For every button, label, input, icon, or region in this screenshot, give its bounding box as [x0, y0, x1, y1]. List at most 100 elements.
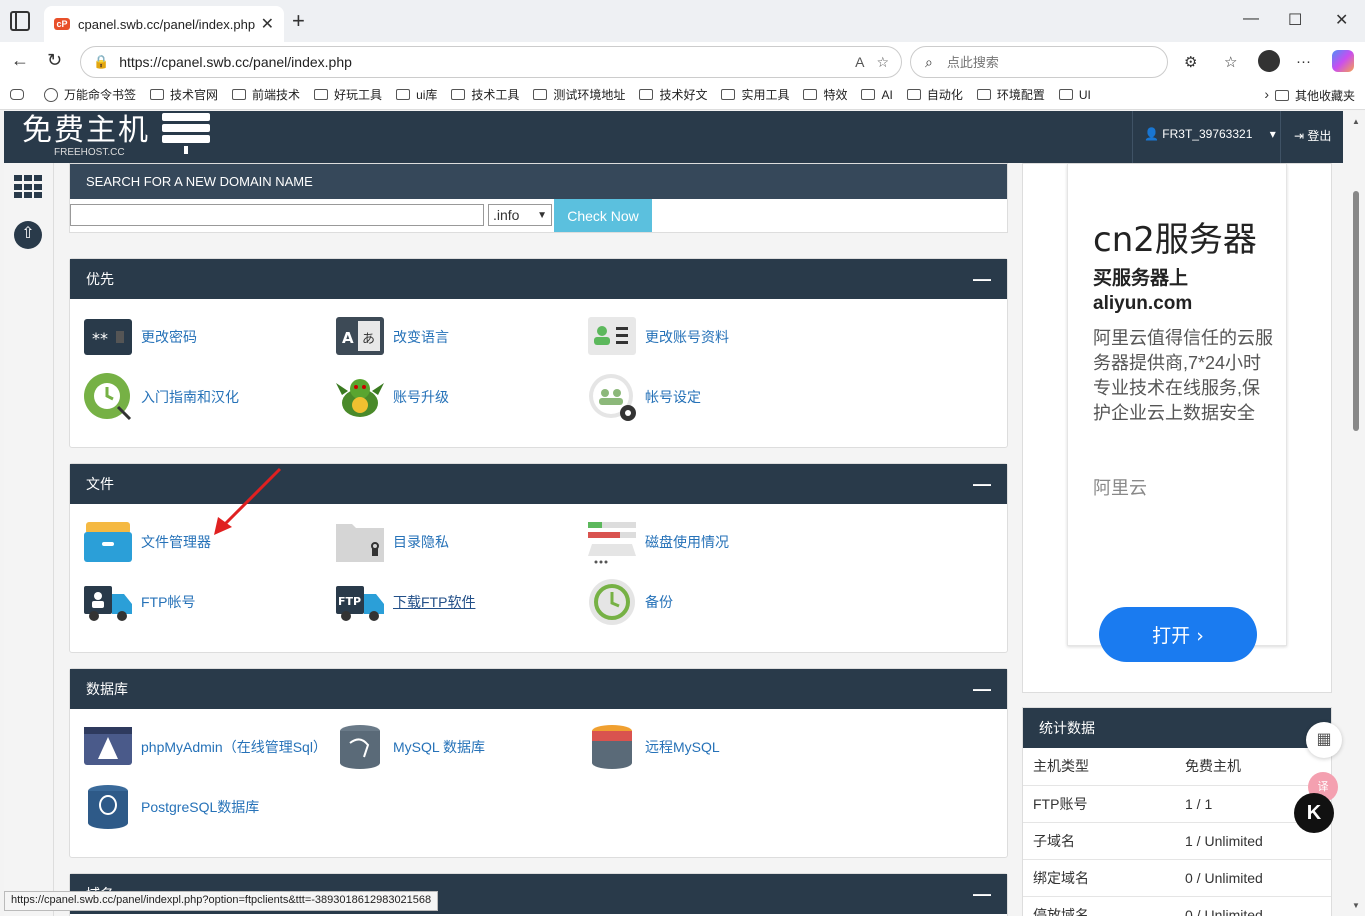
directory-privacy-link[interactable]: 目录隐私 [336, 518, 449, 566]
scroll-up-icon[interactable]: ▲ [1352, 117, 1360, 126]
change-password-link[interactable]: ** 更改密码 [84, 313, 197, 361]
bookmark-folder[interactable]: 自动化 [906, 86, 963, 103]
collapse-icon[interactable]: — [973, 874, 991, 914]
file-manager-link[interactable]: 文件管理器 [84, 518, 211, 566]
bookmark-folder[interactable]: 测试环境地址 [533, 86, 625, 103]
folder-icon [976, 89, 991, 100]
folder-icon [906, 89, 921, 100]
bookmark-folder[interactable]: 好玩工具 [314, 86, 382, 103]
mysql-databases-link[interactable]: MySQL 数据库 [336, 723, 485, 771]
address-toolbar: ← ↻ 🔒 https://cpanel.swb.cc/panel/index.… [0, 42, 1365, 80]
ftp-accounts-link[interactable]: FTP帐号 [84, 578, 195, 626]
phpmyadmin-link[interactable]: phpMyAdmin（在线管理Sql） [84, 723, 327, 771]
stats-table: 主机类型 免费主机 FTP账号 1 / 1 子域名 1 / Unlimited 绑定域… [1023, 748, 1331, 916]
bookmark-folder[interactable]: 技术官网 [150, 86, 218, 103]
window-close-icon[interactable]: ✕ [1335, 10, 1348, 30]
folder-icon [150, 89, 165, 100]
bookmark-folder[interactable]: UI [1058, 88, 1091, 102]
logout-button[interactable]: ⇥ 登出 [1294, 127, 1331, 144]
table-row: 子域名 1 / Unlimited [1023, 822, 1331, 860]
download-ftp-software-link[interactable]: FTP 下载FTP软件 [336, 578, 475, 626]
disk-usage-link[interactable]: 磁盘使用情况 [588, 518, 729, 566]
domain-search-panel: SEARCH FOR A NEW DOMAIN NAME .info ▼ Che… [69, 163, 1008, 233]
profile-avatar[interactable] [1258, 50, 1280, 72]
backup-link[interactable]: 备份 [588, 578, 673, 626]
refresh-icon[interactable]: ↻ [47, 50, 62, 71]
disk-usage-icon [588, 518, 636, 566]
table-row: 主机类型 免费主机 [1023, 748, 1331, 786]
databases-heading[interactable]: 数据库 — [70, 669, 1007, 709]
files-heading[interactable]: 文件 — [70, 464, 1007, 504]
account-settings-link[interactable]: 帐号设定 [588, 373, 701, 421]
search-input[interactable] [946, 54, 1127, 70]
getting-started-link[interactable]: 入门指南和汉化 [84, 373, 239, 421]
change-language-link[interactable]: Aあ 改变语言 [336, 313, 449, 361]
bookmark-folder[interactable]: 环境配置 [976, 86, 1045, 103]
folder-icon [639, 89, 654, 100]
scrollbar-thumb[interactable] [1353, 191, 1359, 431]
bookmark-folder[interactable]: 技术好文 [639, 86, 707, 103]
lock-icon: 🔒 [93, 54, 110, 69]
minimize-icon[interactable]: — [1243, 10, 1259, 28]
new-tab-icon[interactable]: + [292, 10, 305, 32]
bookmark-folder[interactable]: AI [861, 88, 893, 102]
qr-code-icon[interactable]: ▦ [1306, 722, 1342, 758]
chevron-right-icon[interactable]: › [1264, 86, 1269, 102]
read-aloud-icon[interactable]: A [855, 54, 864, 70]
dragon-icon [336, 373, 384, 421]
back-icon[interactable]: ← [11, 50, 29, 71]
caret-down-icon: ▾ [1269, 127, 1276, 141]
backup-icon [588, 578, 636, 626]
bookmark-folder[interactable]: 技术工具 [451, 86, 519, 103]
bookmark-item[interactable]: 万能命令书签 [44, 86, 136, 103]
copilot-icon[interactable] [1332, 50, 1354, 72]
collapse-icon[interactable]: — [973, 669, 991, 709]
files-panel: 文件 — 文件管理器 目录隐私 磁盘使用情况 FTP帐号 FTP 下载FTP软件… [69, 463, 1008, 653]
more-options-icon[interactable]: ··· [1296, 53, 1311, 70]
tld-select[interactable]: .info ▼ [488, 204, 552, 226]
postgresql-link[interactable]: PostgreSQL数据库 [84, 783, 259, 831]
browser-tab[interactable]: cP cpanel.swb.cc/panel/index.php ✕ [44, 6, 284, 42]
user-menu[interactable]: 👤 FR3T_39763321 ▾ [1144, 127, 1276, 141]
bookmark-folder[interactable]: 前端技术 [232, 86, 300, 103]
stats-panel: 统计数据 主机类型 免费主机 FTP账号 1 / 1 子域名 1 / Unlimite… [1022, 707, 1332, 916]
collapse-icon[interactable]: — [973, 259, 991, 299]
tab-close-icon[interactable]: ✕ [261, 14, 274, 34]
folder-icon [396, 89, 411, 100]
mysql-icon [336, 723, 384, 771]
other-bookmarks[interactable]: 其他收藏夹 [1274, 87, 1355, 104]
maximize-icon[interactable]: ☐ [1288, 10, 1302, 30]
scroll-down-icon[interactable]: ▼ [1352, 901, 1360, 910]
remote-mysql-link[interactable]: 远程MySQL [588, 723, 720, 771]
bookmarks-bar: 万能命令书签 技术官网 前端技术 好玩工具 ui库 技术工具 测试环境地址 技术… [0, 80, 1365, 110]
folder-icon [1274, 90, 1289, 101]
tab-actions-icon[interactable] [10, 11, 30, 31]
bookmark-folder[interactable]: 特效 [803, 86, 847, 103]
k-extension-icon[interactable]: K [1294, 793, 1334, 833]
extensions-icon[interactable]: ⚙ [1184, 53, 1197, 71]
folder-icon [232, 89, 247, 100]
change-account-info-link[interactable]: 更改账号资料 [588, 313, 729, 361]
upload-icon[interactable]: ⇧ [14, 221, 42, 249]
check-now-button[interactable]: Check Now [554, 199, 652, 232]
collapse-icon[interactable]: — [973, 464, 991, 504]
grid-menu-icon[interactable] [14, 175, 42, 199]
domain-input[interactable] [70, 204, 484, 226]
bookmark-folder[interactable]: 实用工具 [721, 86, 789, 103]
ftp-truck-icon [84, 578, 132, 626]
reading-list-icon[interactable] [10, 89, 30, 100]
page-scrollbar[interactable]: ▲ ▼ [1347, 111, 1365, 916]
preferences-heading[interactable]: 优先 — [70, 259, 1007, 299]
svg-text:FTP: FTP [338, 595, 361, 608]
favorite-star-icon[interactable]: ☆ [876, 54, 889, 71]
site-logo[interactable]: 免费主机 FREEHOST.CC [22, 115, 150, 159]
account-settings-icon [588, 373, 636, 421]
favorites-icon[interactable]: ☆ [1224, 53, 1237, 71]
folder-icon [803, 89, 818, 100]
browser-search[interactable]: ⌕ [910, 46, 1168, 78]
ad-open-button[interactable]: 打开 › [1099, 607, 1257, 662]
bookmark-folder[interactable]: ui库 [396, 86, 437, 103]
url-field[interactable]: 🔒 https://cpanel.swb.cc/panel/index.php … [80, 46, 902, 78]
account-upgrade-link[interactable]: 账号升级 [336, 373, 449, 421]
language-icon: Aあ [336, 313, 384, 361]
